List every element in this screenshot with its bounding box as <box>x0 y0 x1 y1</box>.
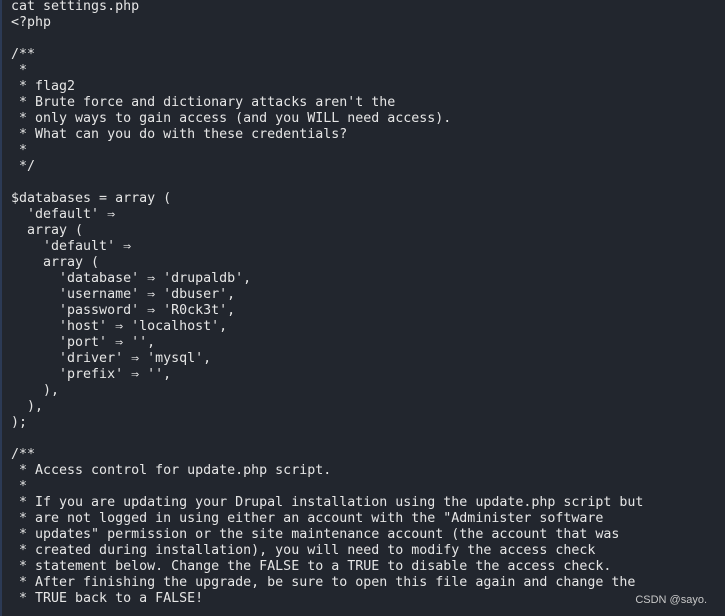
terminal-line: * What can you do with these credentials… <box>11 127 348 142</box>
terminal-line: 'prefix' ⇒ '', <box>11 367 172 382</box>
watermark: CSDN @sayo. <box>635 594 707 606</box>
terminal-line: * <box>11 479 28 494</box>
terminal-line: ), <box>11 383 60 398</box>
window-edge <box>0 0 2 616</box>
terminal-line: 'default' ⇒ <box>11 239 132 254</box>
terminal-output: cat settings.php <?php /** * * flag2 * Bru… <box>11 0 643 607</box>
terminal-line: * Brute force and dictionary attacks are… <box>11 95 396 110</box>
terminal-line: 'driver' ⇒ 'mysql', <box>11 351 212 366</box>
terminal-line: * updates" permission or the site mainte… <box>11 527 620 542</box>
terminal-line: * <box>11 143 28 158</box>
terminal-line: * TRUE back to a FALSE! <box>11 591 204 606</box>
terminal-line: * <box>11 63 28 78</box>
terminal-line: /** <box>11 447 36 462</box>
terminal-line: 'password' ⇒ 'R0ck3t', <box>11 303 236 318</box>
terminal-line: * statement below. Change the FALSE to a… <box>11 559 612 574</box>
terminal-line: 'host' ⇒ 'localhost', <box>11 319 228 334</box>
terminal-line: <?php <box>11 15 52 30</box>
terminal-line: 'username' ⇒ 'dbuser', <box>11 287 236 302</box>
terminal-line: * flag2 <box>11 79 76 94</box>
terminal-line: * created during installation), you will… <box>11 543 596 558</box>
terminal-line: ); <box>11 415 28 430</box>
terminal-line: 'default' ⇒ <box>11 207 116 222</box>
terminal-line: /** <box>11 47 36 62</box>
terminal-line: */ <box>11 159 36 174</box>
terminal-line: 'database' ⇒ 'drupaldb', <box>11 271 252 286</box>
terminal-line: * If you are updating your Drupal instal… <box>11 495 644 510</box>
terminal-line: * Access control for update.php script. <box>11 463 332 478</box>
terminal-line: array ( <box>11 223 84 238</box>
terminal-line: cat settings.php <box>11 0 140 14</box>
terminal-line: * After finishing the upgrade, be sure t… <box>11 575 636 590</box>
terminal-line: 'port' ⇒ '', <box>11 335 156 350</box>
terminal-line: ), <box>11 399 44 414</box>
terminal-line: * are not logged in using either an acco… <box>11 511 604 526</box>
terminal-line: * only ways to gain access (and you WILL… <box>11 111 452 126</box>
terminal-line: array ( <box>11 255 100 270</box>
terminal-line: $databases = array ( <box>11 191 172 206</box>
